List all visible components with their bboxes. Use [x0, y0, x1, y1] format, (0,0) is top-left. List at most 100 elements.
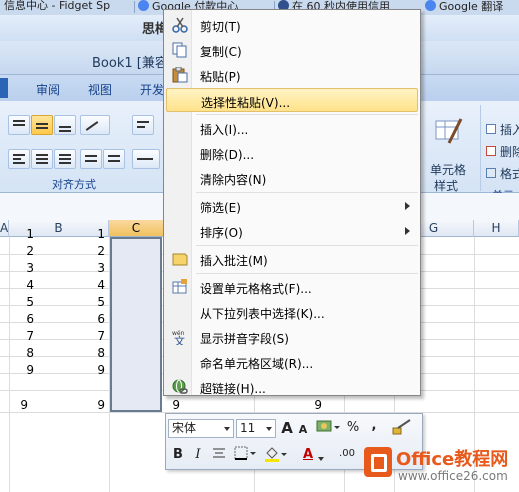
- menu-item-pick-from-list[interactable]: 从下拉列表中选择(K)...: [166, 300, 418, 324]
- align-bottom-button[interactable]: [54, 115, 76, 135]
- cell-a10[interactable]: 9: [0, 398, 28, 412]
- copy-icon: [172, 42, 188, 58]
- accounting-format-button[interactable]: [314, 418, 342, 438]
- delete-cells-button[interactable]: 删除: [486, 143, 519, 161]
- browser-tab-4[interactable]: Google 翻译: [425, 0, 519, 15]
- cell-b9[interactable]: 9: [75, 363, 105, 377]
- ribbon-tab-partial[interactable]: [0, 78, 8, 98]
- group-caption-alignment: 对齐方式: [52, 178, 96, 191]
- cell-b4[interactable]: 4: [75, 278, 105, 292]
- cell-b7[interactable]: 7: [75, 329, 105, 343]
- menu-item-define-name[interactable]: 命名单元格区域(R)...: [166, 350, 418, 374]
- increase-decimal-button[interactable]: .00: [332, 444, 362, 464]
- menu-item-paste[interactable]: 粘贴(P): [166, 63, 418, 87]
- cell-styles-button[interactable]: 单元格 样式: [428, 147, 478, 193]
- font-name-combo[interactable]: 宋体: [168, 419, 234, 438]
- format-cells-button[interactable]: 格式: [486, 165, 519, 183]
- font-color-button[interactable]: A: [300, 445, 316, 465]
- cell-b2[interactable]: 2: [75, 244, 105, 258]
- cell-a8[interactable]: 8: [4, 346, 34, 360]
- menu-item-insert[interactable]: 插入(I)...: [166, 116, 418, 140]
- menu-separator: [196, 273, 418, 274]
- cell-b8[interactable]: 8: [75, 346, 105, 360]
- italic-button[interactable]: I: [190, 445, 206, 465]
- font-color-dropdown[interactable]: [316, 448, 326, 468]
- wrap-text-button[interactable]: [132, 115, 154, 135]
- column-header-c[interactable]: C: [109, 220, 164, 237]
- font-size-combo[interactable]: 11: [236, 419, 276, 438]
- menu-item-hyperlink[interactable]: 超链接(H)...: [166, 375, 418, 399]
- menu-item-insert-comment[interactable]: 插入批注(M): [166, 247, 418, 271]
- fill-color-icon: [265, 447, 287, 462]
- comma-style-button[interactable]: ,: [366, 416, 382, 436]
- cell-a7[interactable]: 7: [4, 329, 34, 343]
- decrease-indent-button[interactable]: [80, 149, 102, 169]
- menu-item-format-cells[interactable]: 设置单元格格式(F)...: [166, 275, 418, 299]
- tab-divider: [134, 1, 135, 13]
- window-title: Book1 [兼容: [92, 56, 168, 71]
- watermark: Office教程网 www.office26.com: [362, 443, 519, 492]
- cell-a3[interactable]: 3: [4, 261, 34, 275]
- cell-b6[interactable]: 6: [75, 312, 105, 326]
- grow-font-button[interactable]: A: [278, 418, 296, 438]
- cell-a6[interactable]: 6: [4, 312, 34, 326]
- insert-icon: [486, 124, 496, 134]
- merge-center-button[interactable]: [132, 149, 160, 169]
- brush-icon: [392, 419, 411, 435]
- menu-item-filter[interactable]: 筛选(E): [166, 194, 418, 218]
- submenu-arrow-icon: [405, 202, 410, 210]
- bold-button[interactable]: B: [170, 445, 186, 465]
- context-menu: 剪切(T) 复制(C) 粘贴(P) 选择性粘贴(V)... 插入(I)... 删…: [163, 9, 421, 396]
- cell-c10[interactable]: 9: [150, 398, 180, 412]
- menu-item-paste-special[interactable]: 选择性粘贴(V)...: [166, 88, 418, 112]
- cell-a2[interactable]: 2: [4, 244, 34, 258]
- menu-item-clear-contents[interactable]: 清除内容(N): [166, 166, 418, 190]
- insert-cells-button[interactable]: 插入: [486, 121, 519, 139]
- watermark-url: www.office26.com: [398, 469, 508, 483]
- tab-review[interactable]: 审阅: [36, 81, 60, 98]
- tab-developer[interactable]: 开发: [140, 81, 164, 98]
- cell-a4[interactable]: 4: [4, 278, 34, 292]
- currency-icon: [316, 420, 340, 432]
- delete-icon: [486, 146, 496, 156]
- menu-item-delete[interactable]: 删除(D)...: [166, 141, 418, 165]
- comment-icon: [172, 251, 188, 267]
- shrink-font-button[interactable]: A: [296, 420, 310, 440]
- borders-button[interactable]: [232, 445, 258, 465]
- format-painter-button[interactable]: [388, 418, 416, 438]
- menu-item-copy[interactable]: 复制(C): [166, 38, 418, 62]
- align-center-mini-button[interactable]: [210, 445, 228, 465]
- cell-a5[interactable]: 5: [4, 295, 34, 309]
- align-top-button[interactable]: [8, 115, 30, 135]
- cell-b1[interactable]: 1: [75, 227, 105, 241]
- format-cells-icon: [172, 279, 188, 295]
- fill-color-button[interactable]: [262, 445, 288, 465]
- align-middle-button[interactable]: [31, 115, 53, 135]
- increase-indent-button[interactable]: [103, 149, 125, 169]
- menu-item-sort[interactable]: 排序(O): [166, 219, 418, 243]
- cell-a1[interactable]: 1: [4, 227, 34, 241]
- tab-view[interactable]: 视图: [88, 81, 112, 98]
- svg-text:文: 文: [174, 334, 185, 345]
- orientation-button[interactable]: [80, 115, 110, 135]
- cell-styles-icon: [433, 117, 463, 145]
- menu-item-cut[interactable]: 剪切(T): [166, 13, 418, 37]
- browser-tab-1[interactable]: 信息中心 - Fidget Sp: [4, 0, 130, 15]
- column-header-h[interactable]: H: [474, 220, 519, 237]
- cell-b3[interactable]: 3: [75, 261, 105, 275]
- menu-item-show-phonetic[interactable]: wén 文 显示拼音字段(S): [166, 325, 418, 349]
- align-left-button[interactable]: [8, 149, 30, 169]
- google-icon: [425, 0, 436, 11]
- cell-b5[interactable]: 5: [75, 295, 105, 309]
- align-center-button[interactable]: [31, 149, 53, 169]
- align-center-icon: [213, 448, 225, 458]
- cell-e10[interactable]: 9: [292, 398, 322, 412]
- cell-a9[interactable]: 9: [4, 363, 34, 377]
- menu-separator: [196, 114, 418, 115]
- selected-column-range[interactable]: [110, 237, 162, 412]
- cell-b10[interactable]: 9: [75, 398, 105, 412]
- chevron-down-icon: [318, 457, 324, 461]
- watermark-brand: Office教程网: [396, 449, 509, 470]
- percent-style-button[interactable]: %: [342, 418, 364, 438]
- align-right-button[interactable]: [54, 149, 76, 169]
